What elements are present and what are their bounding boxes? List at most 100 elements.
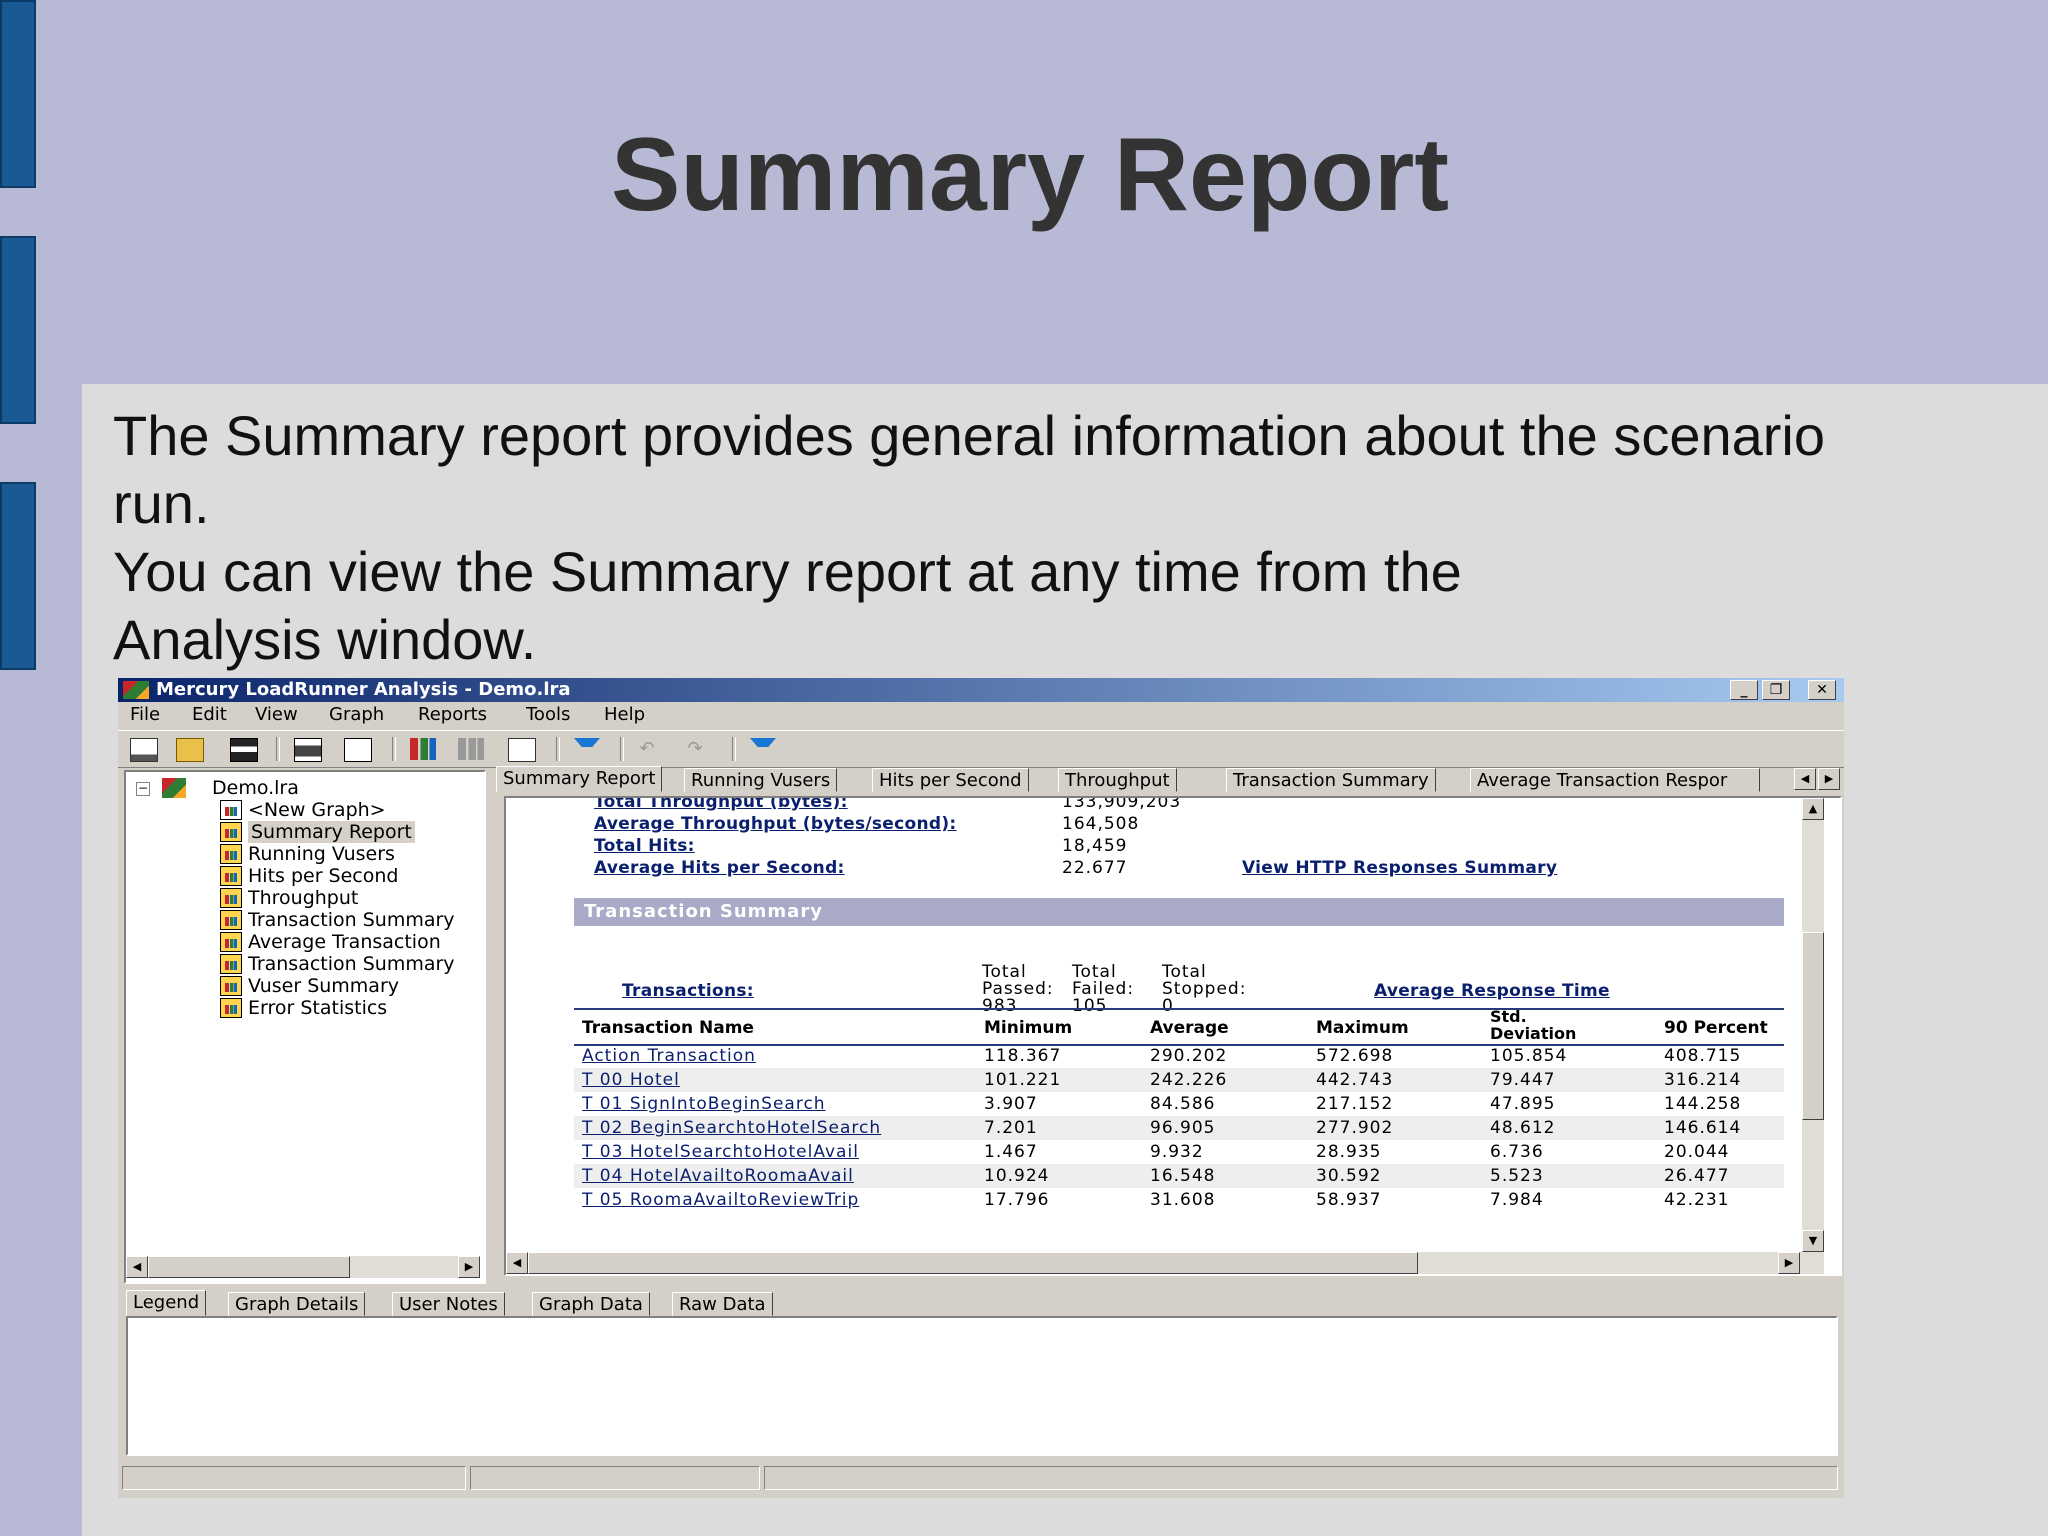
menu-edit[interactable]: Edit xyxy=(192,702,227,728)
filter-settings-icon[interactable] xyxy=(750,738,776,760)
open-folder-icon[interactable] xyxy=(176,738,204,762)
stat-label-average-hits[interactable]: Average Hits per Second: xyxy=(594,858,845,878)
export-icon[interactable] xyxy=(508,738,536,762)
graph-icon xyxy=(220,844,242,864)
tree-horizontal-scrollbar[interactable]: ◀ ▶ xyxy=(126,1256,480,1278)
window-titlebar: Mercury LoadRunner Analysis - Demo.lra _… xyxy=(118,678,1844,702)
transaction-name-link[interactable]: T 02 BeginSearchtoHotelSearch xyxy=(582,1116,881,1140)
tab-summary-report[interactable]: Summary Report xyxy=(496,766,663,792)
tree-item-transaction-summary-2[interactable]: Transaction Summary xyxy=(248,953,455,975)
cell-average: 290.202 xyxy=(1150,1046,1228,1066)
scroll-down-arrow-icon[interactable]: ▼ xyxy=(1802,1230,1824,1252)
scroll-left-arrow-icon[interactable]: ◀ xyxy=(126,1256,148,1278)
graph-icon xyxy=(220,866,242,886)
table-row: T 03 HotelSearchtoHotelAvail 1.467 9.932… xyxy=(574,1140,1784,1164)
tree-item-running-vusers[interactable]: Running Vusers xyxy=(248,843,395,865)
tree-item-hits-per-second[interactable]: Hits per Second xyxy=(248,865,398,887)
tab-raw-data[interactable]: Raw Data xyxy=(672,1292,773,1316)
tab-average-transaction-response[interactable]: Average Transaction Respor xyxy=(1470,768,1760,792)
cell-minimum: 7.201 xyxy=(984,1118,1038,1138)
menu-tools[interactable]: Tools xyxy=(526,702,570,728)
tree-item-transaction-summary[interactable]: Transaction Summary xyxy=(248,909,455,931)
tab-graph-data[interactable]: Graph Data xyxy=(532,1292,650,1316)
status-cell xyxy=(122,1466,466,1490)
tab-scroll-left-icon[interactable]: ◀ xyxy=(1794,768,1816,790)
menu-help[interactable]: Help xyxy=(604,702,645,728)
report-vertical-scrollbar[interactable]: ▲ ▼ xyxy=(1802,798,1824,1252)
undo-icon[interactable]: ↶ xyxy=(634,738,660,760)
tree-item-new-graph[interactable]: <New Graph> xyxy=(248,799,386,821)
side-decoration-bar-3 xyxy=(0,482,36,670)
stat-label-total-throughput[interactable]: Total Throughput (bytes): xyxy=(594,798,848,812)
scroll-right-arrow-icon[interactable]: ▶ xyxy=(458,1256,480,1278)
tab-scroll-right-icon[interactable]: ▶ xyxy=(1818,768,1840,790)
scroll-right-arrow-icon[interactable]: ▶ xyxy=(1778,1252,1800,1274)
tab-hits-per-second[interactable]: Hits per Second xyxy=(872,768,1029,792)
menu-bar: File Edit View Graph Reports Tools Help xyxy=(118,702,1844,728)
print-preview-icon[interactable] xyxy=(344,738,372,762)
redo-icon[interactable]: ↷ xyxy=(682,738,708,760)
cell-maximum: 277.902 xyxy=(1316,1118,1394,1138)
graph-icon xyxy=(220,888,242,908)
tab-legend[interactable]: Legend xyxy=(126,1290,207,1316)
restore-button[interactable]: ❐ xyxy=(1762,680,1790,700)
cell-90-percent: 146.614 xyxy=(1664,1118,1742,1138)
cell-average: 31.608 xyxy=(1150,1190,1216,1210)
transaction-name-link[interactable]: T 04 HotelAvailtoRoomaAvail xyxy=(582,1164,854,1188)
col-average: Average xyxy=(1150,1018,1229,1038)
tab-user-notes[interactable]: User Notes xyxy=(392,1292,505,1316)
tab-graph-details[interactable]: Graph Details xyxy=(228,1292,366,1316)
average-response-time-link[interactable]: Average Response Time xyxy=(1374,981,1610,1001)
details-tabs: Legend Graph Details User Notes Graph Da… xyxy=(118,1290,1844,1318)
menu-file[interactable]: File xyxy=(130,702,160,728)
close-button[interactable]: ✕ xyxy=(1808,680,1836,700)
new-session-icon[interactable] xyxy=(130,738,158,762)
stat-label-total-hits[interactable]: Total Hits: xyxy=(594,836,695,856)
http-responses-link[interactable]: View HTTP Responses Summary xyxy=(1242,858,1557,878)
menu-graph[interactable]: Graph xyxy=(329,702,384,728)
transaction-name-link[interactable]: T 00 Hotel xyxy=(582,1068,680,1092)
stat-value-total-throughput: 133,909,203 xyxy=(1062,796,1182,812)
scroll-thumb[interactable] xyxy=(148,1256,350,1278)
transaction-name-link[interactable]: Action Transaction xyxy=(582,1044,756,1068)
scroll-thumb[interactable] xyxy=(528,1252,1418,1274)
tree-root[interactable]: Demo.lra xyxy=(212,777,299,799)
scroll-up-arrow-icon[interactable]: ▲ xyxy=(1802,798,1824,820)
cell-average: 96.905 xyxy=(1150,1118,1216,1138)
cell-maximum: 58.937 xyxy=(1316,1190,1382,1210)
cell-90-percent: 408.715 xyxy=(1664,1046,1742,1066)
toolbar: ↶ ↷ xyxy=(118,730,1844,768)
report-horizontal-scrollbar[interactable]: ◀ ▶ xyxy=(506,1252,1824,1274)
transaction-name-link[interactable]: T 03 HotelSearchtoHotelAvail xyxy=(582,1140,859,1164)
tab-throughput[interactable]: Throughput xyxy=(1058,768,1177,792)
filter-icon[interactable] xyxy=(574,738,600,760)
session-tree: − Demo.lra <New Graph> Summary Report Ru… xyxy=(124,770,486,1284)
add-graph-icon[interactable] xyxy=(410,738,436,760)
tab-running-vusers[interactable]: Running Vusers xyxy=(684,768,838,792)
vertical-scroll-thumb[interactable] xyxy=(1802,932,1824,1120)
tree-item-throughput[interactable]: Throughput xyxy=(248,887,358,909)
col-minimum: Minimum xyxy=(984,1018,1073,1038)
print-icon[interactable] xyxy=(294,738,322,762)
tree-item-vuser-summary[interactable]: Vuser Summary xyxy=(248,975,399,997)
cell-average: 242.226 xyxy=(1150,1070,1228,1090)
scroll-left-arrow-icon[interactable]: ◀ xyxy=(506,1252,528,1274)
save-icon[interactable] xyxy=(230,738,258,762)
tab-transaction-summary[interactable]: Transaction Summary xyxy=(1226,768,1436,792)
transaction-name-link[interactable]: T 01 SignIntoBeginSearch xyxy=(582,1092,826,1116)
tree-item-average-transaction[interactable]: Average Transaction xyxy=(248,931,441,953)
transaction-name-link[interactable]: T 05 RoomaAvailtoReviewTrip xyxy=(582,1188,859,1212)
collapse-toggle[interactable]: − xyxy=(136,782,150,796)
body-text-line-4: Analysis window. xyxy=(113,608,537,671)
delete-graph-icon[interactable] xyxy=(458,738,484,760)
cell-minimum: 17.796 xyxy=(984,1190,1050,1210)
transactions-link[interactable]: Transactions: xyxy=(622,981,754,1001)
menu-reports[interactable]: Reports xyxy=(418,702,487,728)
menu-view[interactable]: View xyxy=(255,702,298,728)
cell-maximum: 442.743 xyxy=(1316,1070,1394,1090)
tree-item-summary-report[interactable]: Summary Report xyxy=(248,821,415,843)
tree-item-error-statistics[interactable]: Error Statistics xyxy=(248,997,387,1019)
minimize-button[interactable]: _ xyxy=(1730,680,1758,700)
app-icon xyxy=(123,681,149,699)
stat-label-average-throughput[interactable]: Average Throughput (bytes/second): xyxy=(594,814,957,834)
